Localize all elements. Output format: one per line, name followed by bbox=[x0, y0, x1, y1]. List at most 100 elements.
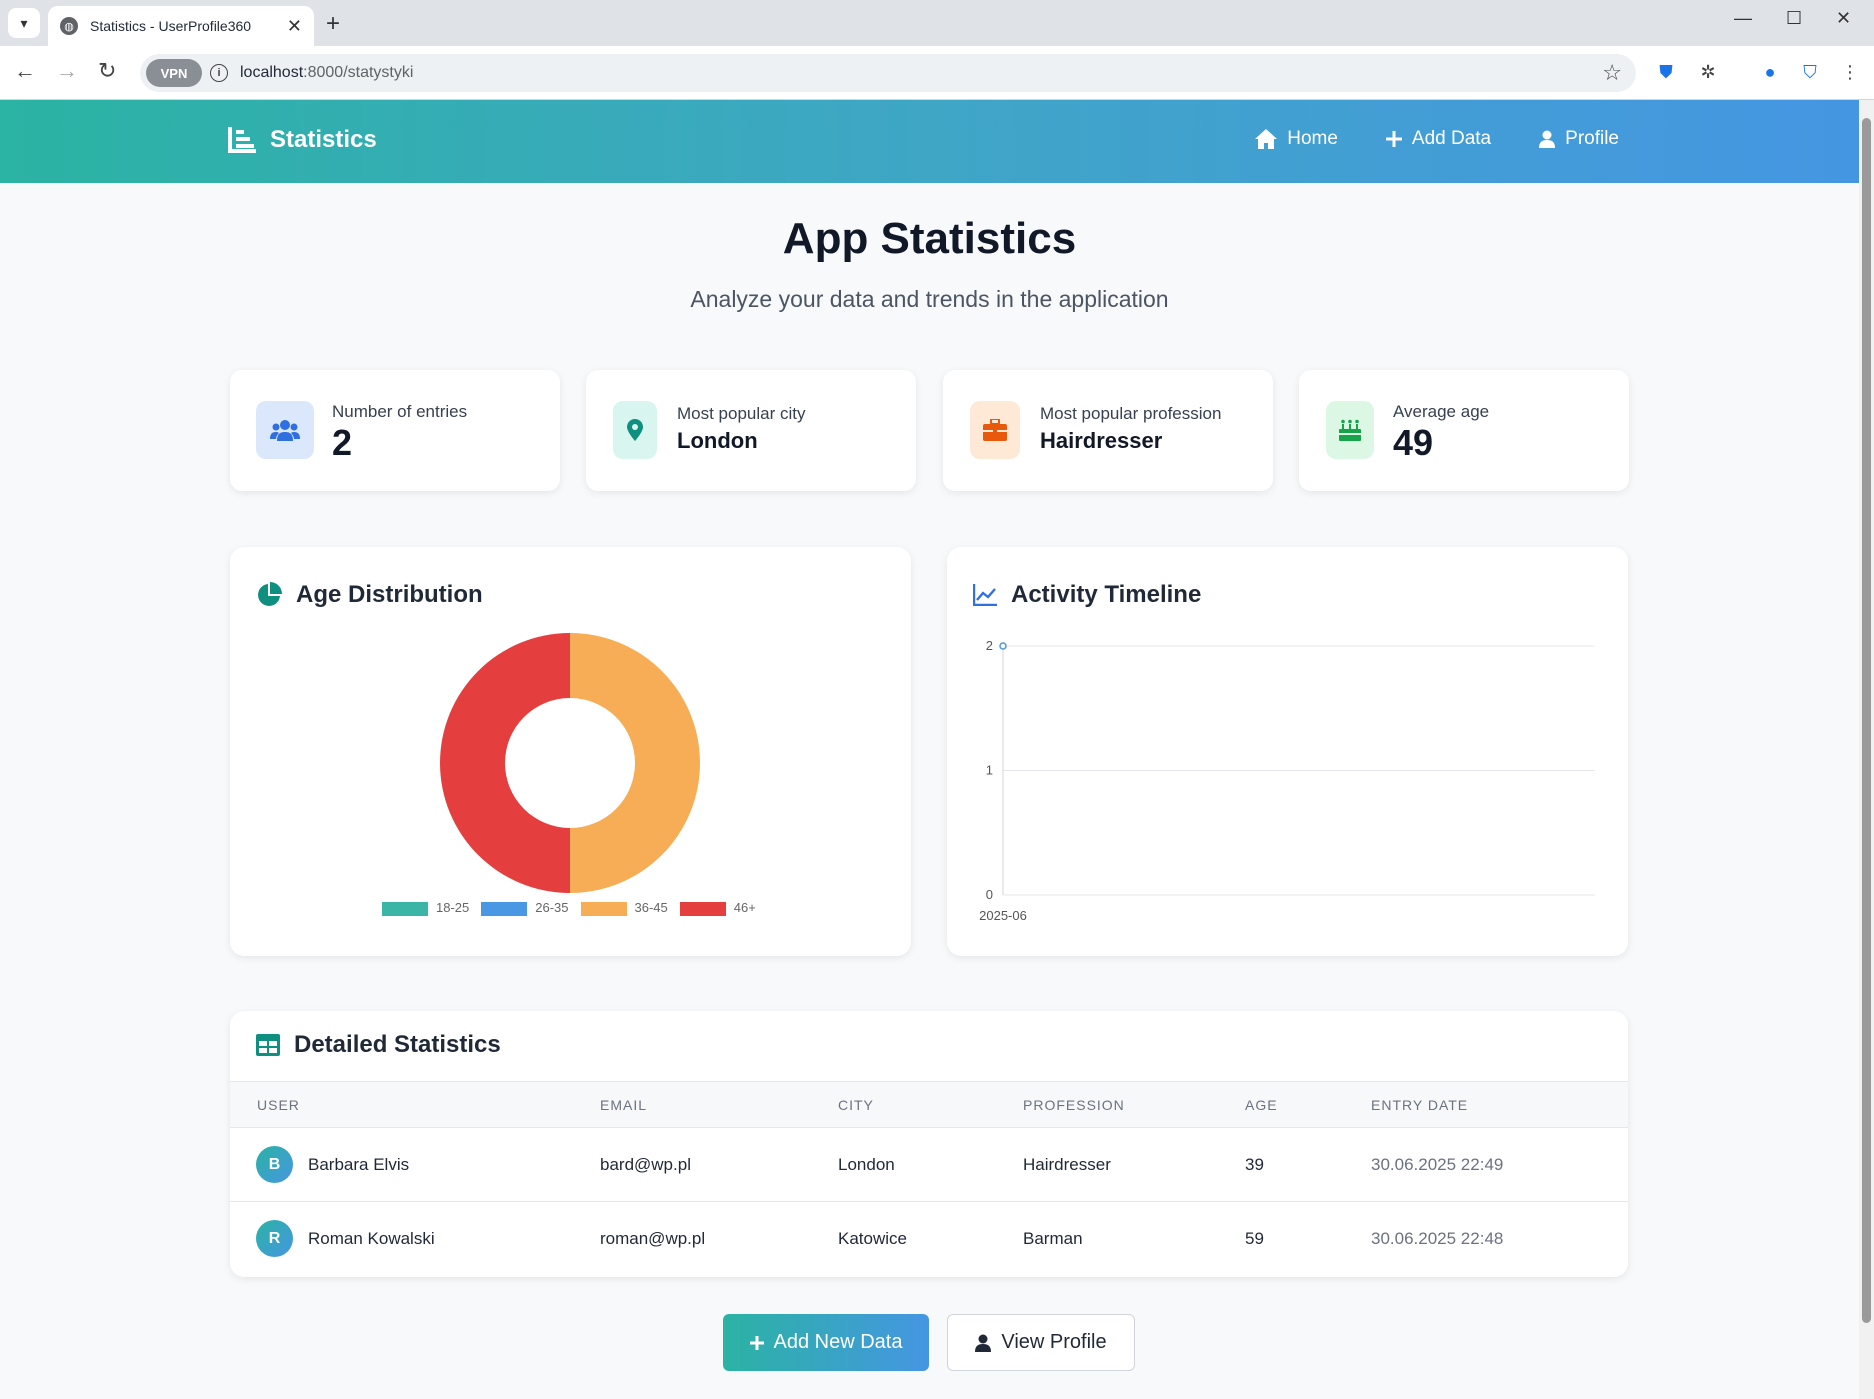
stat-card-age: Average age 49 bbox=[1299, 370, 1629, 491]
address-bar[interactable]: VPN i localhost:8000/statystyki ☆ bbox=[140, 54, 1636, 92]
main-nav: Home Add Data Profile bbox=[1255, 128, 1619, 150]
browser-tab-bar: ▾ ◍ Statistics - UserProfile360 ✕ + — ☐ … bbox=[0, 0, 1874, 46]
nav-profile[interactable]: Profile bbox=[1539, 128, 1619, 150]
pie-slice-36-45[interactable] bbox=[570, 633, 700, 893]
browser-tab[interactable]: ◍ Statistics - UserProfile360 ✕ bbox=[48, 6, 314, 46]
pie-slice-46+[interactable] bbox=[440, 633, 570, 893]
column-header-email[interactable]: Email bbox=[600, 1097, 647, 1113]
stat-value: 2 bbox=[332, 422, 353, 463]
y-tick-label: 2 bbox=[986, 638, 993, 653]
browser-toolbar: ← → ↻ VPN i localhost:8000/statystyki ☆ … bbox=[0, 46, 1874, 100]
stat-card-profession: Most popular profession Hairdresser bbox=[943, 370, 1273, 491]
maximize-icon[interactable]: ☐ bbox=[1786, 8, 1802, 29]
extensions-puzzle-icon[interactable]: ✲ bbox=[1696, 60, 1720, 84]
bookmark-star-icon[interactable]: ☆ bbox=[1602, 60, 1622, 86]
page-subtitle: Analyze your data and trends in the appl… bbox=[690, 286, 1169, 312]
legend-label: 36-45 bbox=[634, 900, 668, 915]
brand[interactable]: Statistics bbox=[228, 126, 377, 154]
pie-chart-icon bbox=[258, 582, 282, 606]
line-chart-icon bbox=[973, 584, 997, 606]
legend-item[interactable]: 46+ bbox=[679, 900, 756, 916]
cell-profession: Barman bbox=[1023, 1229, 1083, 1248]
close-window-icon[interactable]: ✕ bbox=[1836, 8, 1851, 29]
legend-item[interactable]: 36-45 bbox=[580, 900, 668, 916]
tab-close-icon[interactable]: ✕ bbox=[287, 16, 302, 37]
legend-item[interactable]: 18-25 bbox=[382, 900, 469, 916]
plus-icon bbox=[749, 1335, 764, 1350]
cell-profession: Hairdresser bbox=[1023, 1155, 1111, 1174]
cell-age: 59 bbox=[1245, 1229, 1264, 1248]
age-pie-chart bbox=[440, 633, 700, 893]
table-row[interactable]: B Barbara Elvis bard@wp.pl London Hairdr… bbox=[230, 1128, 1628, 1202]
nav-add-data-label: Add Data bbox=[1411, 128, 1492, 149]
y-tick-label: 1 bbox=[986, 763, 993, 778]
nav-home-label: Home bbox=[1287, 128, 1338, 149]
stat-label: Number of entries bbox=[332, 402, 468, 421]
scrollbar-thumb[interactable] bbox=[1862, 118, 1871, 1323]
back-icon[interactable]: ← bbox=[14, 58, 36, 84]
stat-card-entries: Number of entries 2 bbox=[230, 370, 560, 491]
legend-label: 46+ bbox=[733, 900, 756, 915]
cell-date: 30.06.2025 22:49 bbox=[1371, 1155, 1504, 1174]
detailed-statistics-title: Detailed Statistics bbox=[294, 1031, 501, 1058]
column-header-user[interactable]: User bbox=[257, 1097, 300, 1113]
table-row[interactable]: R Roman Kowalski roman@wp.pl Katowice Ba… bbox=[230, 1202, 1628, 1276]
minimize-icon[interactable]: — bbox=[1734, 8, 1752, 29]
legend-swatch bbox=[481, 901, 528, 916]
users-icon bbox=[256, 401, 314, 459]
table-icon bbox=[256, 1034, 280, 1056]
url-text[interactable]: localhost:8000/statystyki bbox=[240, 64, 413, 82]
cell-city: Katowice bbox=[838, 1229, 907, 1248]
stat-label: Average age bbox=[1393, 402, 1490, 421]
tab-list-dropdown-icon[interactable]: ▾ bbox=[8, 8, 40, 38]
new-tab-icon[interactable]: + bbox=[326, 10, 340, 38]
birthday-cake-icon bbox=[1326, 401, 1374, 459]
vpn-badge[interactable]: VPN bbox=[146, 59, 202, 87]
card-title: Age Distribution bbox=[256, 581, 483, 609]
cell-email: bard@wp.pl bbox=[600, 1155, 691, 1174]
legend-item[interactable]: 26-35 bbox=[481, 900, 569, 916]
cell-date: 30.06.2025 22:48 bbox=[1371, 1229, 1504, 1248]
chart-bar-icon bbox=[228, 127, 256, 153]
site-info-icon[interactable]: i bbox=[210, 64, 228, 82]
tab-title: Statistics - UserProfile360 bbox=[90, 18, 252, 34]
legend-swatch bbox=[580, 901, 627, 916]
activity-timeline-title: Activity Timeline bbox=[1011, 581, 1202, 608]
column-header-entry-date[interactable]: Entry Date bbox=[1371, 1097, 1468, 1113]
data-point[interactable] bbox=[999, 642, 1007, 650]
stat-label: Most popular profession bbox=[1040, 404, 1222, 423]
nav-profile-label: Profile bbox=[1565, 128, 1619, 149]
cell-user: Barbara Elvis bbox=[308, 1155, 410, 1174]
cell-age: 39 bbox=[1245, 1155, 1264, 1174]
stat-value: Hairdresser bbox=[1040, 428, 1163, 453]
column-header-profession[interactable]: Profession bbox=[1023, 1097, 1125, 1113]
stat-value: London bbox=[677, 428, 758, 453]
nav-home[interactable]: Home bbox=[1255, 128, 1338, 150]
avatar: B bbox=[256, 1146, 293, 1183]
map-pin-icon bbox=[613, 401, 657, 459]
globe-icon: ◍ bbox=[60, 17, 78, 35]
forward-icon[interactable]: → bbox=[56, 58, 78, 84]
nav-add-data[interactable]: Add Data bbox=[1385, 128, 1492, 150]
view-profile-button[interactable]: View Profile bbox=[947, 1314, 1135, 1371]
browser-menu-icon[interactable]: ⋮ bbox=[1838, 60, 1862, 84]
cell-email: roman@wp.pl bbox=[600, 1229, 706, 1248]
stat-value: 49 bbox=[1393, 422, 1434, 463]
card-title: Detailed Statistics bbox=[256, 1031, 501, 1059]
column-header-city[interactable]: City bbox=[838, 1097, 874, 1113]
plus-icon bbox=[1385, 131, 1402, 147]
security-shield-icon[interactable]: ⛉ bbox=[1798, 60, 1822, 84]
briefcase-icon bbox=[970, 401, 1020, 459]
add-new-data-button[interactable]: Add New Data bbox=[723, 1314, 929, 1371]
card-title: Activity Timeline bbox=[973, 581, 1201, 609]
shield-extension-icon[interactable]: ⛊ bbox=[1654, 60, 1678, 84]
column-header-age[interactable]: Age bbox=[1245, 1097, 1278, 1113]
account-icon[interactable]: ● bbox=[1758, 60, 1782, 84]
page-scrollbar[interactable] bbox=[1859, 100, 1874, 1399]
avatar: R bbox=[256, 1220, 293, 1257]
age-chart-legend: 18-25 26-35 36-45 46+ bbox=[382, 900, 756, 916]
reload-icon[interactable]: ↻ bbox=[98, 58, 116, 84]
stat-card-city: Most popular city London bbox=[586, 370, 916, 491]
page-title: App Statistics bbox=[782, 214, 1077, 263]
table-header: User Email City Profession Age Entry Dat… bbox=[230, 1081, 1628, 1128]
